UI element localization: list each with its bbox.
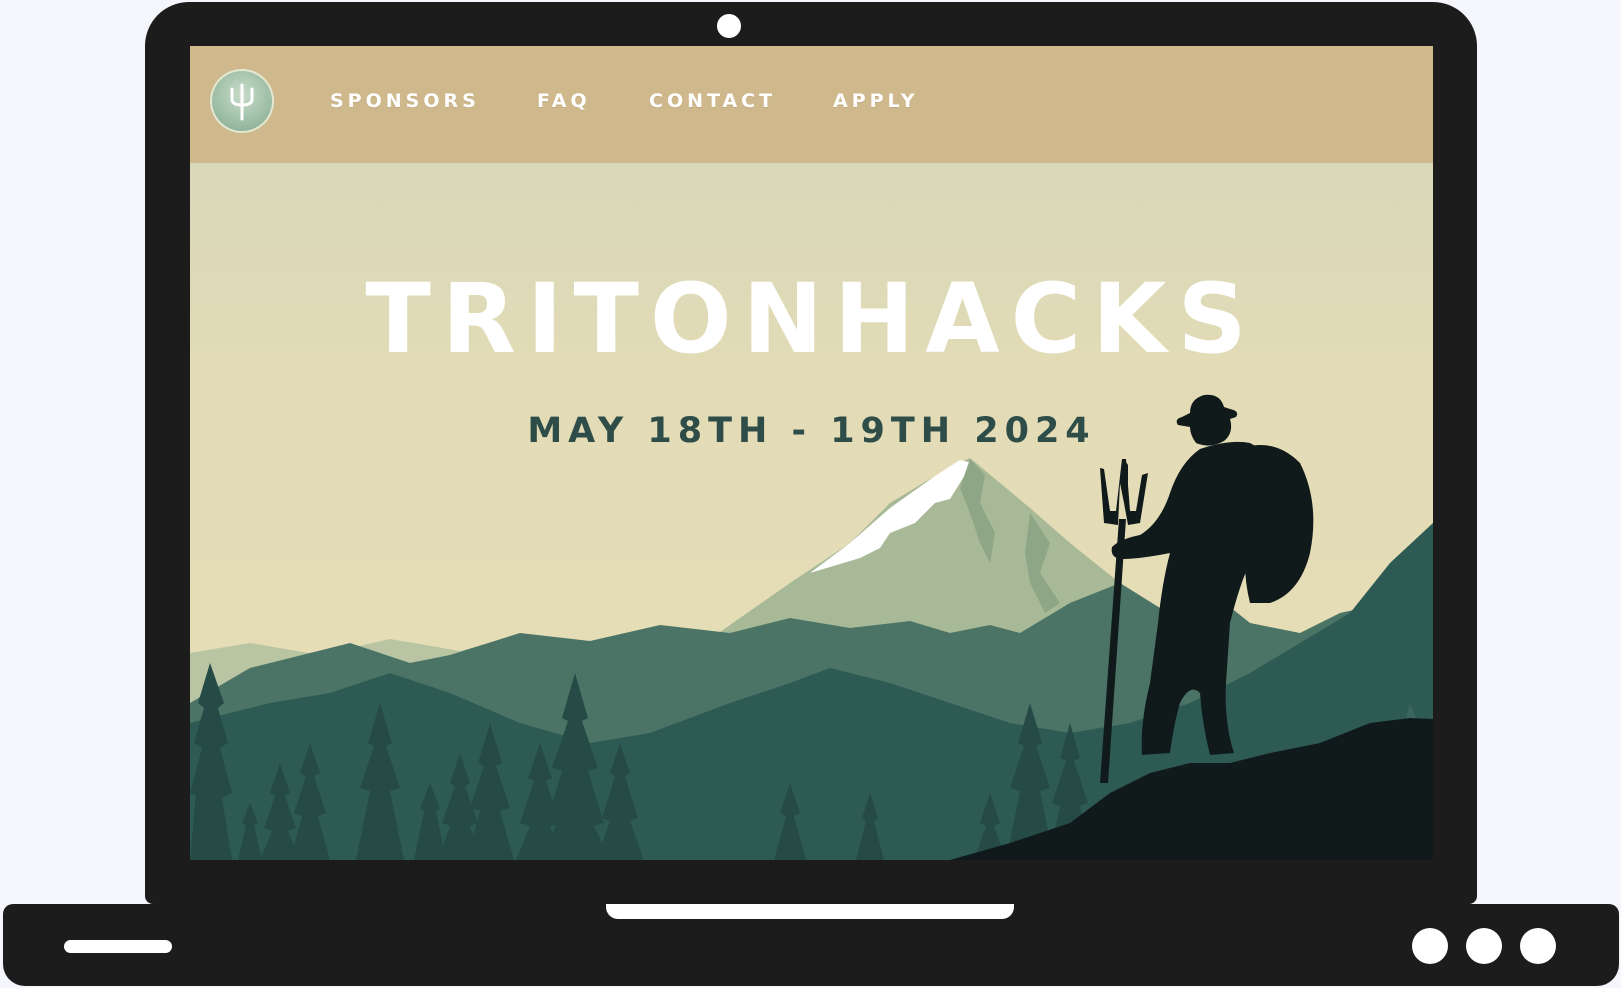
- indicator-light-1: [1412, 928, 1448, 964]
- event-dates: MAY 18TH - 19TH 2024: [527, 411, 1096, 451]
- indicator-light-3: [1520, 928, 1556, 964]
- nav-faq-link[interactable]: FAQ: [537, 90, 591, 112]
- hero-title: TRITONHACKS: [365, 263, 1258, 375]
- laptop-screen: SPONSORS FAQ CONTACT APPLY TRITONHACKS M…: [190, 46, 1433, 860]
- trident-icon: [230, 83, 254, 121]
- nav-apply-link[interactable]: APPLY: [833, 90, 918, 112]
- hero-section: TRITONHACKS MAY 18TH - 19TH 2024: [190, 163, 1433, 860]
- nav-contact-link[interactable]: CONTACT: [649, 90, 776, 112]
- lid-hinge-notch: [606, 904, 1014, 919]
- speaker-slot: [64, 940, 172, 953]
- indicator-light-2: [1466, 928, 1502, 964]
- webcam: [717, 14, 741, 38]
- site-navbar: SPONSORS FAQ CONTACT APPLY: [190, 46, 1433, 163]
- nav-sponsors-link[interactable]: SPONSORS: [330, 90, 480, 112]
- site-logo[interactable]: [210, 69, 274, 133]
